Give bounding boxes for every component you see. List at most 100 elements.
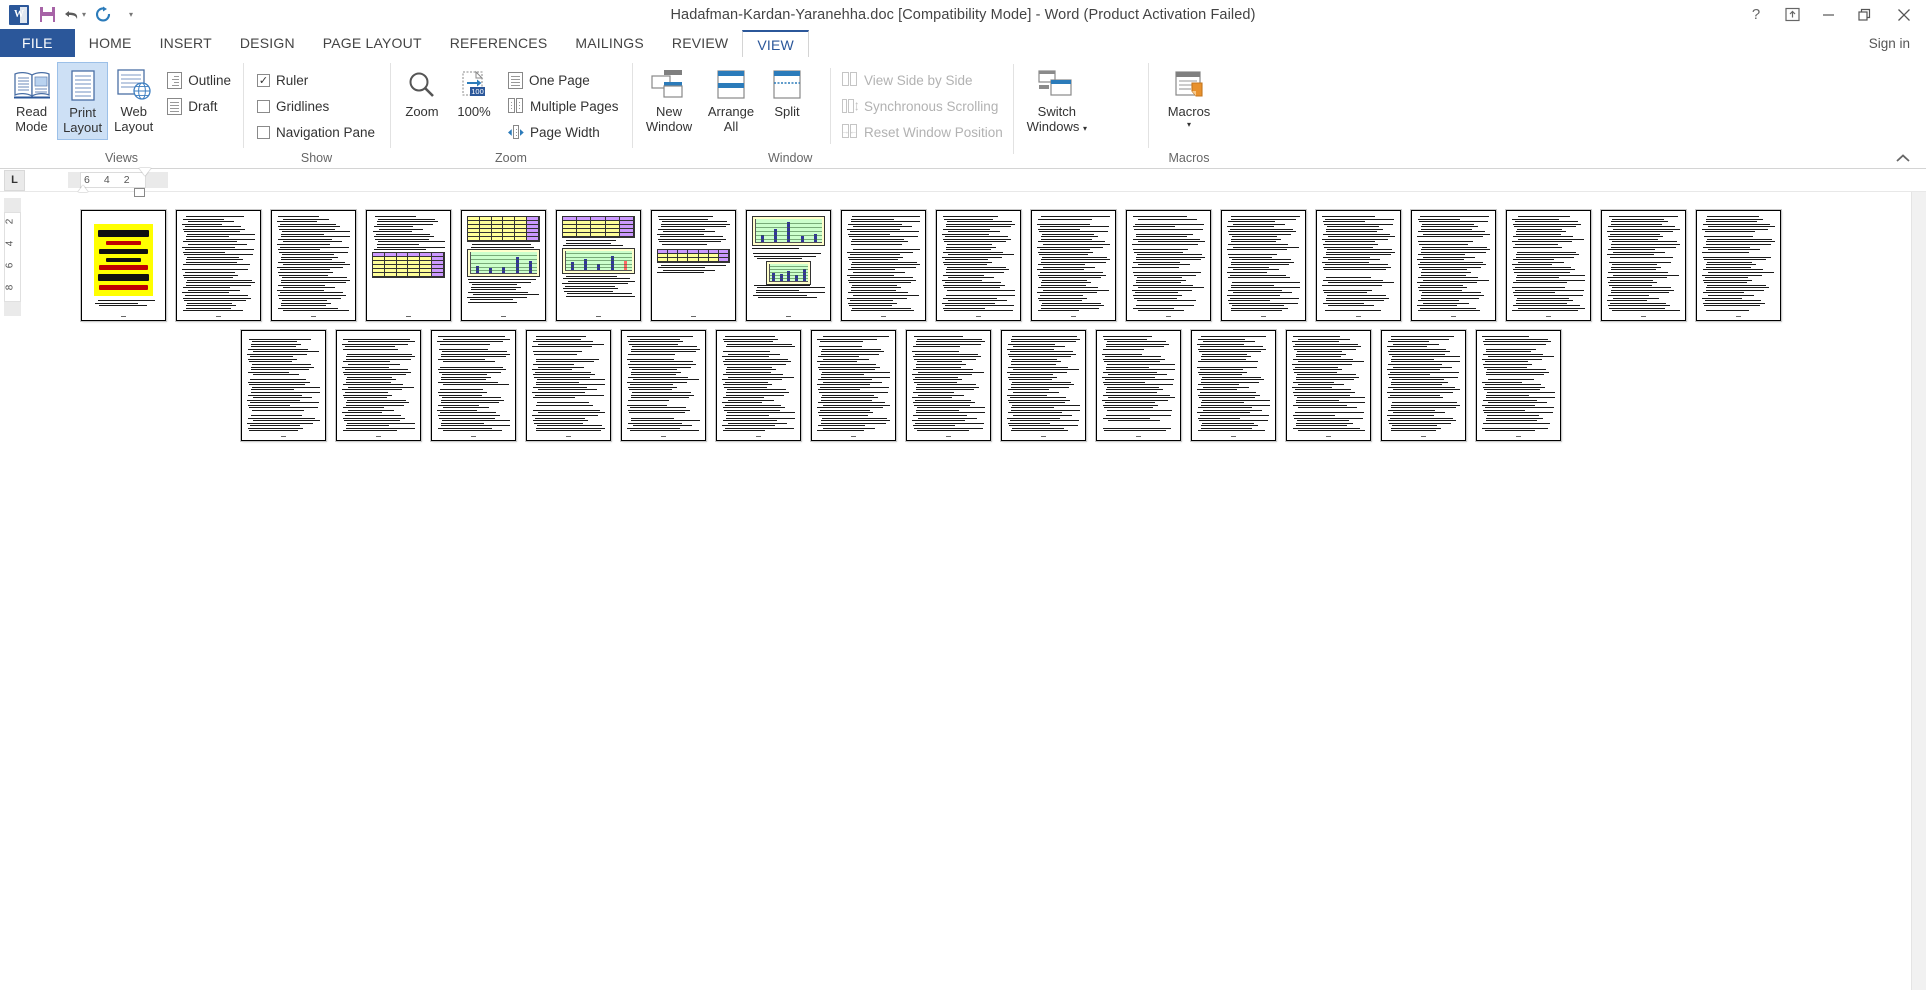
new-window-label-bottom: Window bbox=[645, 118, 693, 134]
page-thumbnail[interactable] bbox=[1471, 326, 1566, 446]
navigation-pane-checkbox-box bbox=[257, 125, 270, 139]
page-thumbnail[interactable] bbox=[741, 206, 836, 326]
page-thumbnail[interactable] bbox=[266, 206, 361, 326]
page-thumbnail[interactable] bbox=[646, 206, 741, 326]
navigation-pane-checkbox[interactable]: Navigation Pane bbox=[253, 120, 379, 144]
close-icon[interactable] bbox=[1882, 0, 1926, 29]
arrange-all-button[interactable]: Arrange All bbox=[700, 62, 762, 138]
document-canvas[interactable]: 2 4 6 8 bbox=[0, 192, 1926, 990]
tab-file[interactable]: FILE bbox=[0, 29, 75, 57]
minimize-icon[interactable] bbox=[1810, 0, 1846, 29]
page-thumbnail[interactable] bbox=[996, 326, 1091, 446]
hanging-indent-marker[interactable] bbox=[139, 168, 151, 176]
page-thumbnail[interactable] bbox=[1691, 206, 1786, 326]
new-window-button[interactable]: New Window bbox=[638, 62, 700, 138]
page-thumbnail[interactable] bbox=[931, 206, 1026, 326]
vruler-mark-8: 8 bbox=[4, 284, 16, 291]
horizontal-ruler[interactable]: L 6 4 2 bbox=[0, 168, 1926, 197]
view-side-by-side-button[interactable]: View Side by Side bbox=[832, 68, 1007, 92]
reset-window-position-icon: → ← bbox=[842, 124, 858, 140]
page-width-label: Page Width bbox=[530, 124, 600, 140]
read-mode-icon bbox=[13, 65, 51, 105]
macros-button[interactable]: Macros ▾ bbox=[1155, 62, 1223, 132]
gridlines-checkbox[interactable]: Gridlines bbox=[253, 94, 379, 118]
word-app-icon[interactable]: W bbox=[6, 2, 32, 28]
tab-view[interactable]: VIEW bbox=[742, 30, 809, 58]
tab-mailings[interactable]: MAILINGS bbox=[561, 29, 658, 57]
synchronous-scrolling-button[interactable]: Synchronous Scrolling bbox=[832, 94, 1007, 118]
page-thumbnail[interactable] bbox=[1406, 206, 1501, 326]
page-thumbnail[interactable] bbox=[1186, 326, 1281, 446]
tab-page-layout[interactable]: PAGE LAYOUT bbox=[309, 29, 436, 57]
print-layout-button[interactable]: Print Layout bbox=[57, 62, 109, 140]
page-thumbnail[interactable] bbox=[806, 326, 901, 446]
page-thumbnail[interactable] bbox=[521, 326, 616, 446]
page-thumbnail[interactable] bbox=[1121, 206, 1216, 326]
page-thumbnail[interactable] bbox=[616, 326, 711, 446]
chevron-up-icon[interactable] bbox=[1896, 152, 1910, 166]
sign-in-button[interactable]: Sign in bbox=[1869, 29, 1910, 57]
undo-caret-icon[interactable]: ▾ bbox=[82, 10, 86, 19]
page-thumbnail[interactable] bbox=[361, 206, 456, 326]
macros-chevron-down-icon[interactable]: ▾ bbox=[1187, 120, 1191, 129]
tab-design[interactable]: DESIGN bbox=[226, 29, 309, 57]
left-indent-marker[interactable] bbox=[134, 188, 145, 197]
outline-button[interactable]: Outline bbox=[163, 68, 235, 92]
tab-references[interactable]: REFERENCES bbox=[436, 29, 562, 57]
undo-icon[interactable]: ▾ bbox=[62, 2, 88, 28]
web-layout-button[interactable]: Web Layout bbox=[108, 62, 159, 138]
page-thumbnail[interactable] bbox=[331, 326, 426, 446]
svg-text:100: 100 bbox=[471, 87, 484, 96]
tab-insert[interactable]: INSERT bbox=[146, 29, 226, 57]
word-logo-letter: W bbox=[14, 9, 24, 20]
multiple-pages-button[interactable]: Multiple Pages bbox=[504, 94, 623, 118]
tab-review[interactable]: REVIEW bbox=[658, 29, 742, 57]
page-thumbnail[interactable] bbox=[1216, 206, 1311, 326]
page-thumbnail[interactable] bbox=[1376, 326, 1471, 446]
tab-home[interactable]: HOME bbox=[75, 29, 146, 57]
macros-icon bbox=[1171, 65, 1207, 105]
page-thumbnail[interactable] bbox=[1596, 206, 1691, 326]
ruler-scale[interactable]: 6 4 2 bbox=[68, 168, 168, 197]
page-thumbnail[interactable] bbox=[76, 206, 171, 326]
page-thumbnail[interactable] bbox=[456, 206, 551, 326]
redo-icon[interactable] bbox=[90, 2, 116, 28]
print-layout-icon bbox=[67, 66, 99, 106]
zoom-button[interactable]: Zoom bbox=[396, 62, 448, 123]
ribbon-group-views: Read Mode Print Layout Web Layout Outlin… bbox=[0, 57, 243, 168]
save-icon[interactable] bbox=[34, 2, 60, 28]
switch-windows-button[interactable]: Switch Windows ▾ bbox=[1012, 62, 1093, 154]
tab-stop-selector[interactable]: L bbox=[4, 169, 25, 191]
page-thumbnail[interactable] bbox=[1281, 326, 1376, 446]
restore-icon[interactable] bbox=[1846, 0, 1882, 29]
ribbon-display-options-icon[interactable] bbox=[1774, 0, 1810, 29]
page-thumbnail[interactable] bbox=[551, 206, 646, 326]
page-thumbnail[interactable] bbox=[1311, 206, 1406, 326]
page-thumbnail[interactable] bbox=[711, 326, 806, 446]
one-page-button[interactable]: One Page bbox=[504, 68, 623, 92]
page-width-button[interactable]: Page Width bbox=[504, 120, 623, 144]
help-icon[interactable]: ? bbox=[1738, 0, 1774, 29]
synchronous-scrolling-icon bbox=[842, 98, 858, 114]
group-label-show: Show bbox=[300, 151, 333, 165]
draft-button[interactable]: Draft bbox=[163, 94, 235, 118]
page-thumbnail[interactable] bbox=[171, 206, 266, 326]
vertical-scrollbar[interactable] bbox=[1911, 192, 1926, 990]
page-width-icon bbox=[508, 124, 524, 140]
page-thumbnail[interactable] bbox=[1026, 206, 1121, 326]
page-thumbnail[interactable] bbox=[426, 326, 521, 446]
page-thumbnail[interactable] bbox=[836, 206, 931, 326]
ruler-checkbox[interactable]: ✓ Ruler bbox=[253, 68, 379, 92]
split-button[interactable]: Split bbox=[762, 62, 812, 123]
page-thumbnail[interactable] bbox=[901, 326, 996, 446]
zoom-100-button[interactable]: 100 100% bbox=[448, 62, 500, 123]
page-thumbnail[interactable] bbox=[1501, 206, 1596, 326]
group-label-macros: Macros bbox=[1168, 151, 1210, 165]
zoom-label: Zoom bbox=[405, 104, 439, 119]
read-mode-button[interactable]: Read Mode bbox=[6, 62, 57, 138]
page-thumbnail[interactable] bbox=[236, 326, 331, 446]
first-line-indent-marker[interactable] bbox=[78, 185, 88, 192]
reset-window-position-button[interactable]: → ← Reset Window Position bbox=[832, 120, 1007, 144]
page-thumbnail[interactable] bbox=[1091, 326, 1186, 446]
customize-qat-icon[interactable]: ▾ bbox=[118, 2, 144, 28]
